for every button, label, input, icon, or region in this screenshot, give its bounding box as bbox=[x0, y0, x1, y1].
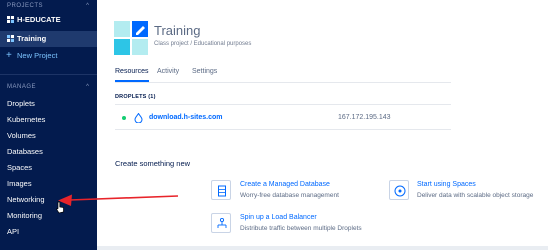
load-balancer-icon[interactable] bbox=[211, 213, 231, 233]
droplet-ip: 167.172.195.143 bbox=[338, 114, 391, 121]
sidebar-item-images[interactable]: Images bbox=[0, 176, 97, 192]
sidebar-project-training[interactable]: Training bbox=[0, 31, 97, 47]
load-balancer-desc: Distribute traffic between multiple Drop… bbox=[240, 225, 362, 232]
sidebar-item-spaces[interactable]: Spaces bbox=[0, 160, 97, 176]
sidebar-item-label: Kubernetes bbox=[7, 115, 46, 124]
sidebar-item-label: Networking bbox=[7, 195, 45, 204]
sidebar-item-label: Images bbox=[7, 179, 32, 188]
sidebar-project-label: Training bbox=[17, 34, 47, 43]
page-subtitle: Class project / Educational purposes bbox=[154, 41, 252, 47]
create-database-desc: Worry-free database management bbox=[240, 192, 339, 199]
tab-divider bbox=[115, 82, 451, 83]
tab-resources[interactable]: Resources bbox=[115, 68, 148, 75]
manage-header: MANAGE bbox=[7, 84, 37, 90]
load-balancer-link[interactable]: Spin up a Load Balancer bbox=[240, 214, 317, 221]
droplets-section-label: DROPLETS (1) bbox=[115, 94, 156, 100]
sidebar-item-databases[interactable]: Databases bbox=[0, 144, 97, 160]
sidebar-project-h-educate[interactable]: H-EDUCATE bbox=[0, 12, 97, 28]
tab-activity[interactable]: Activity bbox=[157, 68, 179, 75]
droplet-name-link[interactable]: download.h-sites.com bbox=[149, 114, 223, 121]
project-icon bbox=[7, 35, 14, 42]
sidebar-item-label: Droplets bbox=[7, 99, 35, 108]
status-dot-icon bbox=[122, 116, 126, 120]
sidebar-item-networking[interactable]: Networking bbox=[0, 192, 97, 208]
sidebar-item-monitoring[interactable]: Monitoring bbox=[0, 208, 97, 224]
start-spaces-desc: Deliver data with scalable object storag… bbox=[417, 192, 534, 199]
droplet-row[interactable]: download.h-sites.com 167.172.195.143 bbox=[115, 104, 451, 130]
bottom-band bbox=[97, 246, 548, 250]
create-database-link[interactable]: Create a Managed Database bbox=[240, 181, 330, 188]
page-title: Training bbox=[154, 23, 201, 38]
sidebar-item-volumes[interactable]: Volumes bbox=[0, 128, 97, 144]
droplet-icon bbox=[134, 113, 143, 123]
project-icon bbox=[7, 16, 14, 23]
sidebar-item-kubernetes[interactable]: Kubernetes bbox=[0, 112, 97, 128]
sidebar-item-label: Volumes bbox=[7, 131, 36, 140]
start-spaces-link[interactable]: Start using Spaces bbox=[417, 181, 476, 188]
project-logo-icon bbox=[114, 21, 148, 55]
sidebar-item-label: Spaces bbox=[7, 163, 33, 172]
plus-icon: + bbox=[6, 50, 12, 61]
spaces-icon[interactable] bbox=[389, 180, 409, 200]
tab-settings[interactable]: Settings bbox=[192, 68, 217, 75]
database-icon[interactable] bbox=[211, 180, 231, 200]
create-section-title: Create something new bbox=[115, 159, 191, 168]
cursor-hand-icon bbox=[55, 201, 64, 214]
sidebar-project-label: H-EDUCATE bbox=[17, 15, 61, 24]
chevron-up-icon[interactable]: ^ bbox=[86, 3, 89, 9]
sidebar-item-droplets[interactable]: Droplets bbox=[0, 96, 97, 112]
sidebar-item-api[interactable]: API bbox=[0, 224, 97, 240]
projects-header: PROJECTS bbox=[7, 3, 44, 9]
sidebar-item-label: API bbox=[7, 227, 20, 236]
sidebar-item-label: Monitoring bbox=[7, 211, 43, 220]
sidebar: PROJECTS ^ H-EDUCATE Training + New Proj… bbox=[0, 0, 97, 250]
sidebar-item-label: Databases bbox=[7, 147, 43, 156]
sidebar-divider bbox=[0, 74, 97, 75]
chevron-up-icon[interactable]: ^ bbox=[86, 84, 89, 90]
new-project-label: New Project bbox=[17, 51, 58, 60]
new-project-button[interactable]: + New Project bbox=[0, 48, 97, 64]
